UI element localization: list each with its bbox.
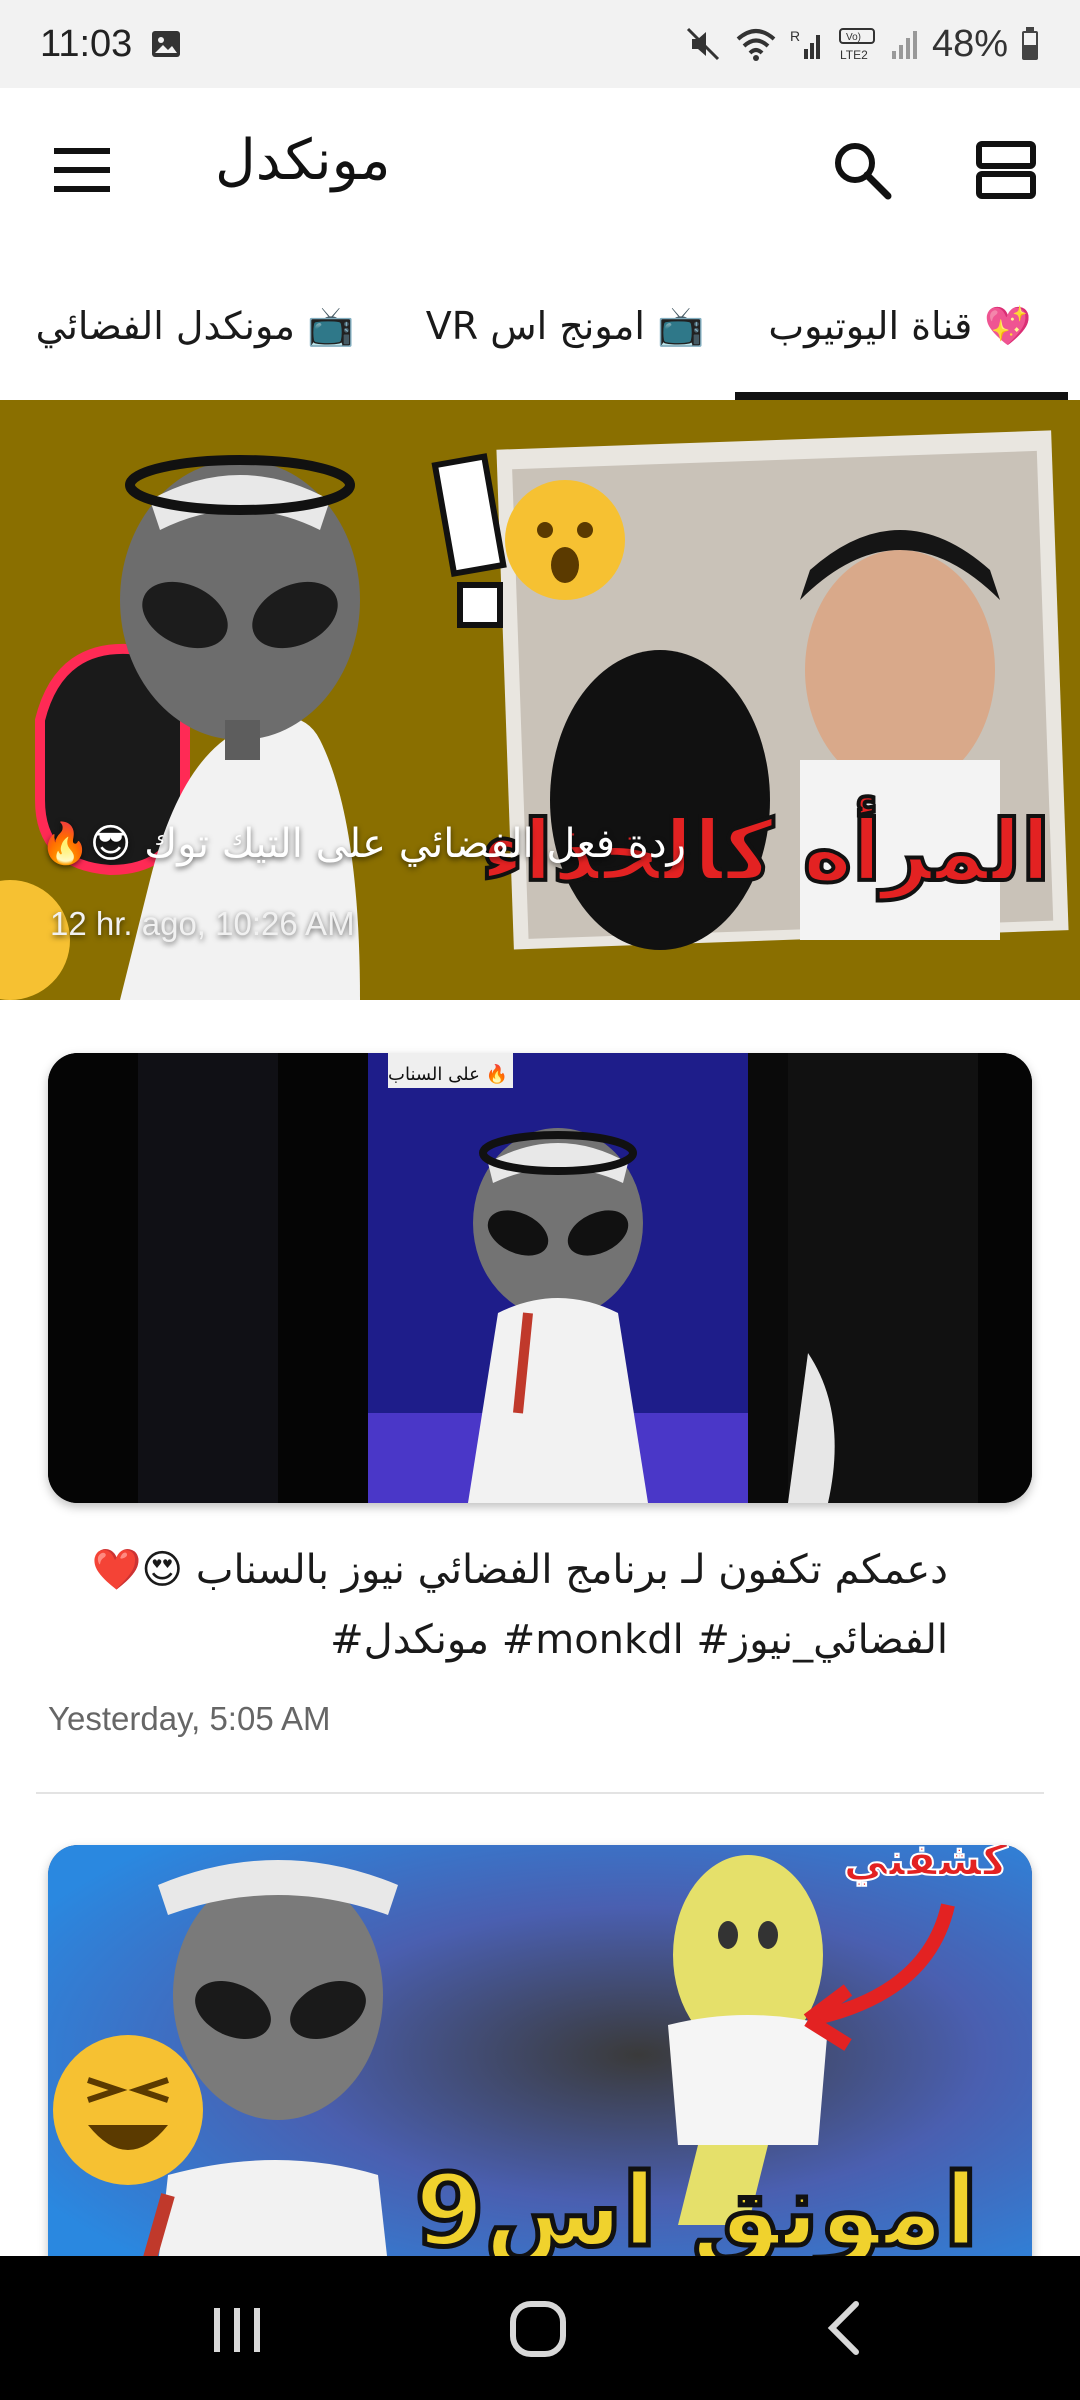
home-icon [510,2301,566,2357]
post-thumbnail-image: كشفني امونق اس9 [48,1845,1032,2265]
post-time: Yesterday, 5:05 AM [48,1700,331,1737]
post-thumb-text: على السناب 🔥 [388,1063,508,1085]
gallery-notification-icon [152,31,181,57]
back-icon [827,2301,859,2355]
status-bar: 11:03 R Vo) LTE2 48% [0,0,1080,88]
search-button[interactable] [830,138,894,202]
svg-text:Vo): Vo) [846,32,861,43]
post2-thumb-text-top: كشفني [843,1845,1008,1886]
divider [36,1792,1044,1794]
svg-text:LTE2: LTE2 [840,48,868,62]
mute-icon [686,27,719,61]
recents-button[interactable] [192,2286,282,2370]
status-left: 11:03 [40,23,182,66]
layout-icon [976,141,1036,199]
search-icon [835,143,892,200]
tab-indicator [735,392,1068,400]
post-thumbnail[interactable]: على السناب 🔥 [48,1053,1032,1503]
menu-icon [54,148,110,192]
svg-text:R: R [790,28,800,44]
battery-icon [1022,27,1038,60]
post2-thumb-text-big: امونق اس9 [415,2152,978,2265]
signal-r-icon: R [790,28,820,59]
back-button[interactable] [800,2286,890,2370]
signal-icon [891,31,917,59]
status-right: R Vo) LTE2 48% [684,23,1040,66]
post-thumbnail-image: على السناب 🔥 [48,1053,1032,1503]
recents-icon [214,2308,260,2352]
featured-title: ردة فعل الفضائي على التيك توك 😎🔥 [40,821,686,867]
post-thumbnail[interactable]: كشفني امونق اس9 [48,1845,1032,2265]
tab-bar: 💖 قناة اليوتيوب 📺 امونج اس VR 📺 مونكدل ا… [0,252,1080,400]
featured-time: 12 hr. ago, 10:26 AM [50,905,355,942]
tab-youtube-channel[interactable]: 💖 قناة اليوتيوب [735,252,1065,400]
app-title: مونكدل [215,128,391,193]
tab-among-us-vr[interactable]: 📺 امونج اس VR [405,252,725,400]
volte-icon: Vo) LTE2 [838,28,875,62]
featured-post[interactable]: المرأه كالخذاء ردة فعل الفضائي على التيك… [0,400,1080,1000]
menu-button[interactable] [50,142,114,198]
layout-toggle-button[interactable] [975,140,1037,200]
wifi-icon [736,29,776,61]
tab-monkdl-alien[interactable]: 📺 مونكدل الفضائي [25,252,365,400]
home-button[interactable] [495,2286,585,2370]
status-time: 11:03 [40,22,133,65]
post-title[interactable]: دعمكم تكفون لـ برنامج الفضائي نيوز بالسن… [48,1535,948,1675]
app-bar: مونكدل [0,88,1080,252]
system-nav-bar [0,2256,1080,2400]
battery-percent: 48% [931,22,1008,65]
